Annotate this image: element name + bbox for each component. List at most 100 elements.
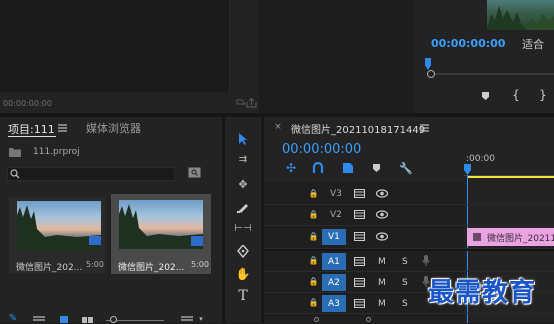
add-marker-icon[interactable] [372,163,381,173]
eye-icon[interactable] [376,210,388,219]
track-name[interactable]: V2 [330,210,342,220]
selection-tool-icon[interactable] [237,132,249,146]
video-clip[interactable]: 微信图片_20211 [467,228,554,246]
chevron-down-icon[interactable]: ▾ [197,315,205,322]
track-name[interactable]: V1 [328,232,340,242]
sync-lock-icon[interactable] [354,257,365,266]
sync-lock-icon[interactable] [354,278,365,287]
freeform-view-icon[interactable] [82,316,94,323]
source-video-area [0,0,230,92]
linked-selection-icon[interactable] [342,162,354,174]
program-video-thumbnail [487,0,554,30]
clip-type-badge [89,236,101,245]
export-frame-icon[interactable] [246,98,257,108]
razor-tool-icon[interactable] [237,201,249,213]
tools-panel: ⇉ ✥ ⊢⊣ ✋ T [222,117,264,323]
wrench-icon[interactable]: 🔧 [399,162,413,174]
eye-icon[interactable] [376,232,388,241]
zoom-slider-handle[interactable] [110,316,117,323]
time-ruler[interactable] [464,167,554,176]
program-playhead-marker[interactable] [425,58,431,70]
lock-icon[interactable]: 🔒 [309,232,319,241]
hand-tool-icon[interactable]: ✋ [236,267,251,280]
lock-icon[interactable]: 🔒 [309,277,319,286]
lock-icon[interactable]: 🔒 [309,298,319,307]
media-item-duration: 5:00 [191,260,209,269]
program-timeline-bar[interactable] [427,73,554,75]
type-tool-icon[interactable]: T [236,289,250,303]
watermark: 最需教育 [428,278,537,308]
fit-dropdown[interactable]: 适合 [522,36,544,52]
close-icon[interactable]: × [274,122,282,131]
list-view-icon[interactable] [33,316,45,323]
mute-button[interactable]: M [378,299,386,309]
source-timecode: 00:00:00:00 [3,99,52,108]
track-name[interactable]: A2 [328,278,340,288]
scroll-handle-left[interactable] [314,317,319,322]
search-input[interactable] [7,167,175,181]
track-name[interactable]: A3 [328,299,340,309]
ripple-edit-tool-icon[interactable]: ✥ [236,178,250,190]
pen-tool-icon[interactable] [237,245,249,258]
panel-menu-icon[interactable] [58,123,67,132]
program-monitor: 00:00:00:00 适合 { } [415,0,554,113]
lock-icon[interactable]: 🔒 [309,210,319,219]
track-row-v1: 🔒 V1 微信图片_20211 [264,226,554,249]
ruler-start-label: :00:00 [466,154,495,164]
timeline-timecode[interactable]: 00:00:00:00 [282,142,361,157]
sync-lock-icon[interactable] [354,189,365,198]
search-icon [10,169,20,179]
solo-button[interactable]: S [402,257,408,267]
add-marker-icon[interactable] [481,91,490,101]
mute-button[interactable]: M [378,278,386,288]
sync-lock-icon[interactable] [354,299,365,308]
media-item-name: 微信图片_202... [16,263,83,273]
mute-button[interactable]: M [378,257,386,267]
mark-in-icon[interactable]: { [511,89,521,101]
eye-icon[interactable] [376,189,388,198]
fx-badge-icon [473,233,481,241]
panel-divider-vertical[interactable] [259,0,415,113]
media-item-name: 微信图片_202... [118,263,185,273]
clip-label: 微信图片_20211 [487,234,554,244]
work-area-bar[interactable] [467,176,554,178]
sync-lock-icon[interactable] [354,210,365,219]
scroll-handle-right[interactable] [366,317,371,322]
solo-button[interactable]: S [402,278,408,288]
project-filename: 111.prproj [33,147,80,157]
sequence-type-badge [191,236,203,246]
track-name[interactable]: A1 [328,257,340,267]
project-panel: 项目:111 媒体浏览器 111.prproj 微信图片_202... 5:00… [0,117,222,324]
lock-icon[interactable]: ✎ [8,314,18,324]
track-name[interactable]: V3 [330,189,342,199]
new-search-bin-icon[interactable] [188,167,201,178]
horizontal-scrollbar[interactable] [314,317,374,322]
media-item-duration: 5:00 [86,260,104,269]
snap-icon[interactable] [312,162,324,174]
tab-media-browser[interactable]: 媒体浏览器 [86,120,141,136]
program-timecode[interactable]: 00:00:00:00 [431,37,505,50]
slip-tool-icon[interactable]: ⊢⊣ [234,223,251,235]
track-row-v2: 🔒 V2 [264,205,554,226]
sequence-tab[interactable]: 微信图片_20211018171449 [291,121,425,136]
microphone-icon[interactable] [422,255,430,267]
source-monitor: 00:00:00:00 [0,0,259,113]
nest-toggle-icon[interactable]: ✣ [284,162,298,174]
insert-clip-icon[interactable] [236,98,246,108]
program-zoom-handle[interactable] [427,70,435,78]
panel-menu-icon[interactable] [420,124,429,132]
lock-icon[interactable]: 🔒 [309,256,319,265]
track-row-v3: 🔒 V3 [264,184,554,205]
media-item-2[interactable]: 微信图片_202... 5:00 [111,194,211,274]
mark-out-icon[interactable]: } [538,89,548,101]
media-item-1[interactable]: 微信图片_202... 5:00 [9,197,105,273]
lock-icon[interactable]: 🔒 [309,189,319,198]
track-select-tool-icon[interactable]: ⇉ [236,155,250,165]
sort-icon[interactable] [181,316,193,323]
solo-button[interactable]: S [402,299,408,309]
track-row-a1: 🔒 A1 M S [264,251,554,272]
folder-icon [9,147,21,157]
sync-lock-icon[interactable] [354,232,365,241]
tab-project[interactable]: 项目:111 [8,121,55,137]
icon-view-icon[interactable] [60,316,68,323]
